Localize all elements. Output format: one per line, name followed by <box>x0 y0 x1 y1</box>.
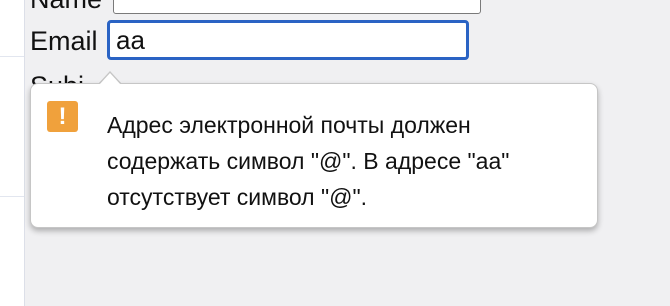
validation-tooltip: ! Адрес электронной почты должен содержа… <box>30 83 598 228</box>
email-label: Email <box>30 26 98 56</box>
name-input[interactable] <box>113 0 481 14</box>
name-label: Name <box>30 0 102 13</box>
divider <box>0 56 24 57</box>
validation-message: Адрес электронной почты должен содержать… <box>107 112 510 210</box>
warning-icon: ! <box>47 101 78 132</box>
divider <box>0 196 24 197</box>
sidebar-edge <box>0 0 25 306</box>
email-input[interactable] <box>107 20 469 60</box>
tooltip-arrow-fill <box>99 73 121 85</box>
